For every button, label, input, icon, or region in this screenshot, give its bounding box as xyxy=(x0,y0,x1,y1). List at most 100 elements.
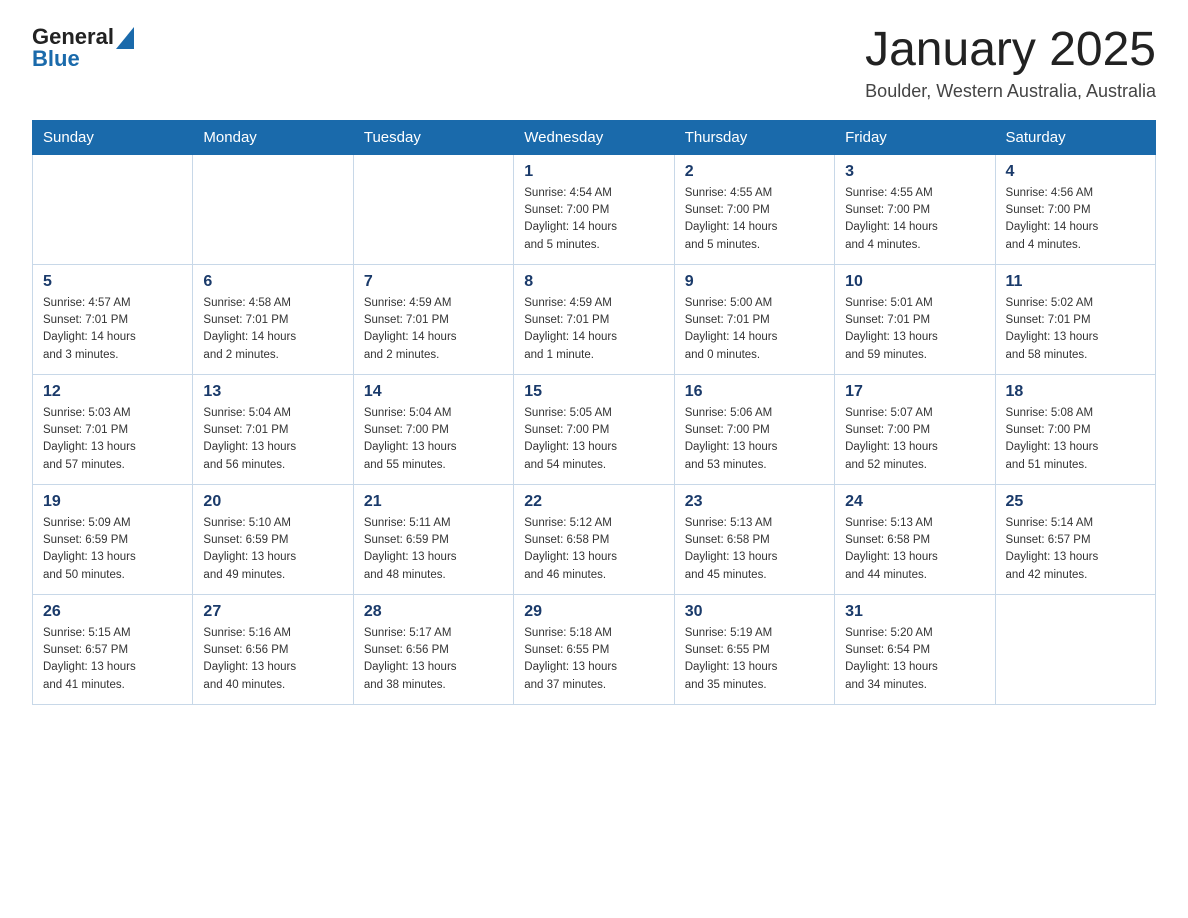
weekday-header-thursday: Thursday xyxy=(674,120,834,154)
day-number: 3 xyxy=(845,163,984,181)
day-number: 8 xyxy=(524,273,663,291)
day-info: Sunrise: 5:08 AM Sunset: 7:00 PM Dayligh… xyxy=(1006,405,1145,474)
calendar-cell: 15 Sunrise: 5:05 AM Sunset: 7:00 PM Dayli… xyxy=(514,374,674,484)
weekday-header-wednesday: Wednesday xyxy=(514,120,674,154)
day-info: Sunrise: 5:11 AM Sunset: 6:59 PM Dayligh… xyxy=(364,515,503,584)
day-info: Sunrise: 5:06 AM Sunset: 7:00 PM Dayligh… xyxy=(685,405,824,474)
logo-blue-text: Blue xyxy=(32,46,80,72)
calendar-cell: 20Sunrise: 5:10 AM Sunset: 6:59 PM Dayli… xyxy=(193,484,353,594)
calendar-cell: 16 Sunrise: 5:06 AM Sunset: 7:00 PM Dayli… xyxy=(674,374,834,484)
calendar-cell: 10Sunrise: 5:01 AM Sunset: 7:01 PM Dayli… xyxy=(835,264,995,374)
day-info: Sunrise: 4:54 AM Sunset: 7:00 PM Dayligh… xyxy=(524,185,663,254)
calendar-cell: 12 Sunrise: 5:03 AM Sunset: 7:01 PM Dayli… xyxy=(33,374,193,484)
day-number: 28 xyxy=(364,603,503,621)
day-info: Sunrise: 5:10 AM Sunset: 6:59 PM Dayligh… xyxy=(203,515,342,584)
day-info: Sunrise: 5:15 AM Sunset: 6:57 PM Dayligh… xyxy=(43,625,182,694)
day-info: Sunrise: 5:18 AM Sunset: 6:55 PM Dayligh… xyxy=(524,625,663,694)
calendar-cell: 1Sunrise: 4:54 AM Sunset: 7:00 PM Daylig… xyxy=(514,154,674,264)
calendar-cell: 8 Sunrise: 4:59 AM Sunset: 7:01 PM Daylig… xyxy=(514,264,674,374)
day-info: Sunrise: 5:07 AM Sunset: 7:00 PM Dayligh… xyxy=(845,405,984,474)
calendar-cell: 24Sunrise: 5:13 AM Sunset: 6:58 PM Dayli… xyxy=(835,484,995,594)
day-info: Sunrise: 4:57 AM Sunset: 7:01 PM Dayligh… xyxy=(43,295,182,364)
day-info: Sunrise: 5:05 AM Sunset: 7:00 PM Dayligh… xyxy=(524,405,663,474)
day-number: 21 xyxy=(364,493,503,511)
calendar-cell: 4Sunrise: 4:56 AM Sunset: 7:00 PM Daylig… xyxy=(995,154,1155,264)
day-number: 11 xyxy=(1006,273,1145,291)
calendar-cell: 9 Sunrise: 5:00 AM Sunset: 7:01 PM Daylig… xyxy=(674,264,834,374)
day-number: 31 xyxy=(845,603,984,621)
day-info: Sunrise: 5:13 AM Sunset: 6:58 PM Dayligh… xyxy=(845,515,984,584)
weekday-header-tuesday: Tuesday xyxy=(353,120,513,154)
weekday-header-friday: Friday xyxy=(835,120,995,154)
month-title: January 2025 xyxy=(865,24,1156,77)
calendar-week-row: 5 Sunrise: 4:57 AM Sunset: 7:01 PM Daylig… xyxy=(33,264,1156,374)
day-number: 7 xyxy=(364,273,503,291)
calendar-cell: 23Sunrise: 5:13 AM Sunset: 6:58 PM Dayli… xyxy=(674,484,834,594)
calendar-cell: 21 Sunrise: 5:11 AM Sunset: 6:59 PM Dayli… xyxy=(353,484,513,594)
day-info: Sunrise: 5:03 AM Sunset: 7:01 PM Dayligh… xyxy=(43,405,182,474)
day-info: Sunrise: 4:55 AM Sunset: 7:00 PM Dayligh… xyxy=(685,185,824,254)
day-number: 27 xyxy=(203,603,342,621)
day-number: 30 xyxy=(685,603,824,621)
calendar-cell: 30 Sunrise: 5:19 AM Sunset: 6:55 PM Dayli… xyxy=(674,594,834,704)
day-info: Sunrise: 4:59 AM Sunset: 7:01 PM Dayligh… xyxy=(524,295,663,364)
day-number: 15 xyxy=(524,383,663,401)
day-number: 4 xyxy=(1006,163,1145,181)
day-info: Sunrise: 5:16 AM Sunset: 6:56 PM Dayligh… xyxy=(203,625,342,694)
calendar-cell: 29 Sunrise: 5:18 AM Sunset: 6:55 PM Dayli… xyxy=(514,594,674,704)
day-info: Sunrise: 5:19 AM Sunset: 6:55 PM Dayligh… xyxy=(685,625,824,694)
logo: General Blue xyxy=(32,24,134,72)
location-text: Boulder, Western Australia, Australia xyxy=(865,81,1156,102)
day-info: Sunrise: 5:02 AM Sunset: 7:01 PM Dayligh… xyxy=(1006,295,1145,364)
day-number: 12 xyxy=(43,383,182,401)
day-info: Sunrise: 4:58 AM Sunset: 7:01 PM Dayligh… xyxy=(203,295,342,364)
calendar-cell xyxy=(193,154,353,264)
day-info: Sunrise: 5:14 AM Sunset: 6:57 PM Dayligh… xyxy=(1006,515,1145,584)
day-info: Sunrise: 5:01 AM Sunset: 7:01 PM Dayligh… xyxy=(845,295,984,364)
calendar-cell: 26 Sunrise: 5:15 AM Sunset: 6:57 PM Dayli… xyxy=(33,594,193,704)
calendar-cell: 22 Sunrise: 5:12 AM Sunset: 6:58 PM Dayli… xyxy=(514,484,674,594)
day-number: 26 xyxy=(43,603,182,621)
calendar-cell: 25 Sunrise: 5:14 AM Sunset: 6:57 PM Dayli… xyxy=(995,484,1155,594)
calendar-cell: 14 Sunrise: 5:04 AM Sunset: 7:00 PM Dayli… xyxy=(353,374,513,484)
day-number: 18 xyxy=(1006,383,1145,401)
day-number: 6 xyxy=(203,273,342,291)
calendar-body: 1Sunrise: 4:54 AM Sunset: 7:00 PM Daylig… xyxy=(33,154,1156,704)
calendar-week-row: 26 Sunrise: 5:15 AM Sunset: 6:57 PM Dayli… xyxy=(33,594,1156,704)
day-number: 16 xyxy=(685,383,824,401)
day-number: 29 xyxy=(524,603,663,621)
logo-triangle-icon xyxy=(116,27,134,49)
calendar-cell xyxy=(995,594,1155,704)
calendar-cell: 18 Sunrise: 5:08 AM Sunset: 7:00 PM Dayli… xyxy=(995,374,1155,484)
day-info: Sunrise: 5:17 AM Sunset: 6:56 PM Dayligh… xyxy=(364,625,503,694)
day-number: 2 xyxy=(685,163,824,181)
weekday-header-row: SundayMondayTuesdayWednesdayThursdayFrid… xyxy=(33,120,1156,154)
calendar-header: SundayMondayTuesdayWednesdayThursdayFrid… xyxy=(33,120,1156,154)
calendar-cell: 3Sunrise: 4:55 AM Sunset: 7:00 PM Daylig… xyxy=(835,154,995,264)
day-number: 25 xyxy=(1006,493,1145,511)
calendar-cell xyxy=(353,154,513,264)
calendar-week-row: 12 Sunrise: 5:03 AM Sunset: 7:01 PM Dayli… xyxy=(33,374,1156,484)
day-info: Sunrise: 4:59 AM Sunset: 7:01 PM Dayligh… xyxy=(364,295,503,364)
calendar-cell: 19Sunrise: 5:09 AM Sunset: 6:59 PM Dayli… xyxy=(33,484,193,594)
calendar-cell: 28 Sunrise: 5:17 AM Sunset: 6:56 PM Dayli… xyxy=(353,594,513,704)
day-number: 19 xyxy=(43,493,182,511)
calendar-cell xyxy=(33,154,193,264)
day-info: Sunrise: 5:20 AM Sunset: 6:54 PM Dayligh… xyxy=(845,625,984,694)
day-info: Sunrise: 5:00 AM Sunset: 7:01 PM Dayligh… xyxy=(685,295,824,364)
day-info: Sunrise: 5:12 AM Sunset: 6:58 PM Dayligh… xyxy=(524,515,663,584)
calendar-cell: 27 Sunrise: 5:16 AM Sunset: 6:56 PM Dayli… xyxy=(193,594,353,704)
calendar-cell: 2 Sunrise: 4:55 AM Sunset: 7:00 PM Daylig… xyxy=(674,154,834,264)
day-number: 22 xyxy=(524,493,663,511)
day-info: Sunrise: 5:04 AM Sunset: 7:00 PM Dayligh… xyxy=(364,405,503,474)
calendar-cell: 13Sunrise: 5:04 AM Sunset: 7:01 PM Dayli… xyxy=(193,374,353,484)
day-number: 9 xyxy=(685,273,824,291)
day-number: 5 xyxy=(43,273,182,291)
calendar-table: SundayMondayTuesdayWednesdayThursdayFrid… xyxy=(32,120,1156,705)
day-number: 17 xyxy=(845,383,984,401)
day-number: 14 xyxy=(364,383,503,401)
day-number: 23 xyxy=(685,493,824,511)
weekday-header-monday: Monday xyxy=(193,120,353,154)
calendar-cell: 17 Sunrise: 5:07 AM Sunset: 7:00 PM Dayli… xyxy=(835,374,995,484)
day-info: Sunrise: 5:04 AM Sunset: 7:01 PM Dayligh… xyxy=(203,405,342,474)
